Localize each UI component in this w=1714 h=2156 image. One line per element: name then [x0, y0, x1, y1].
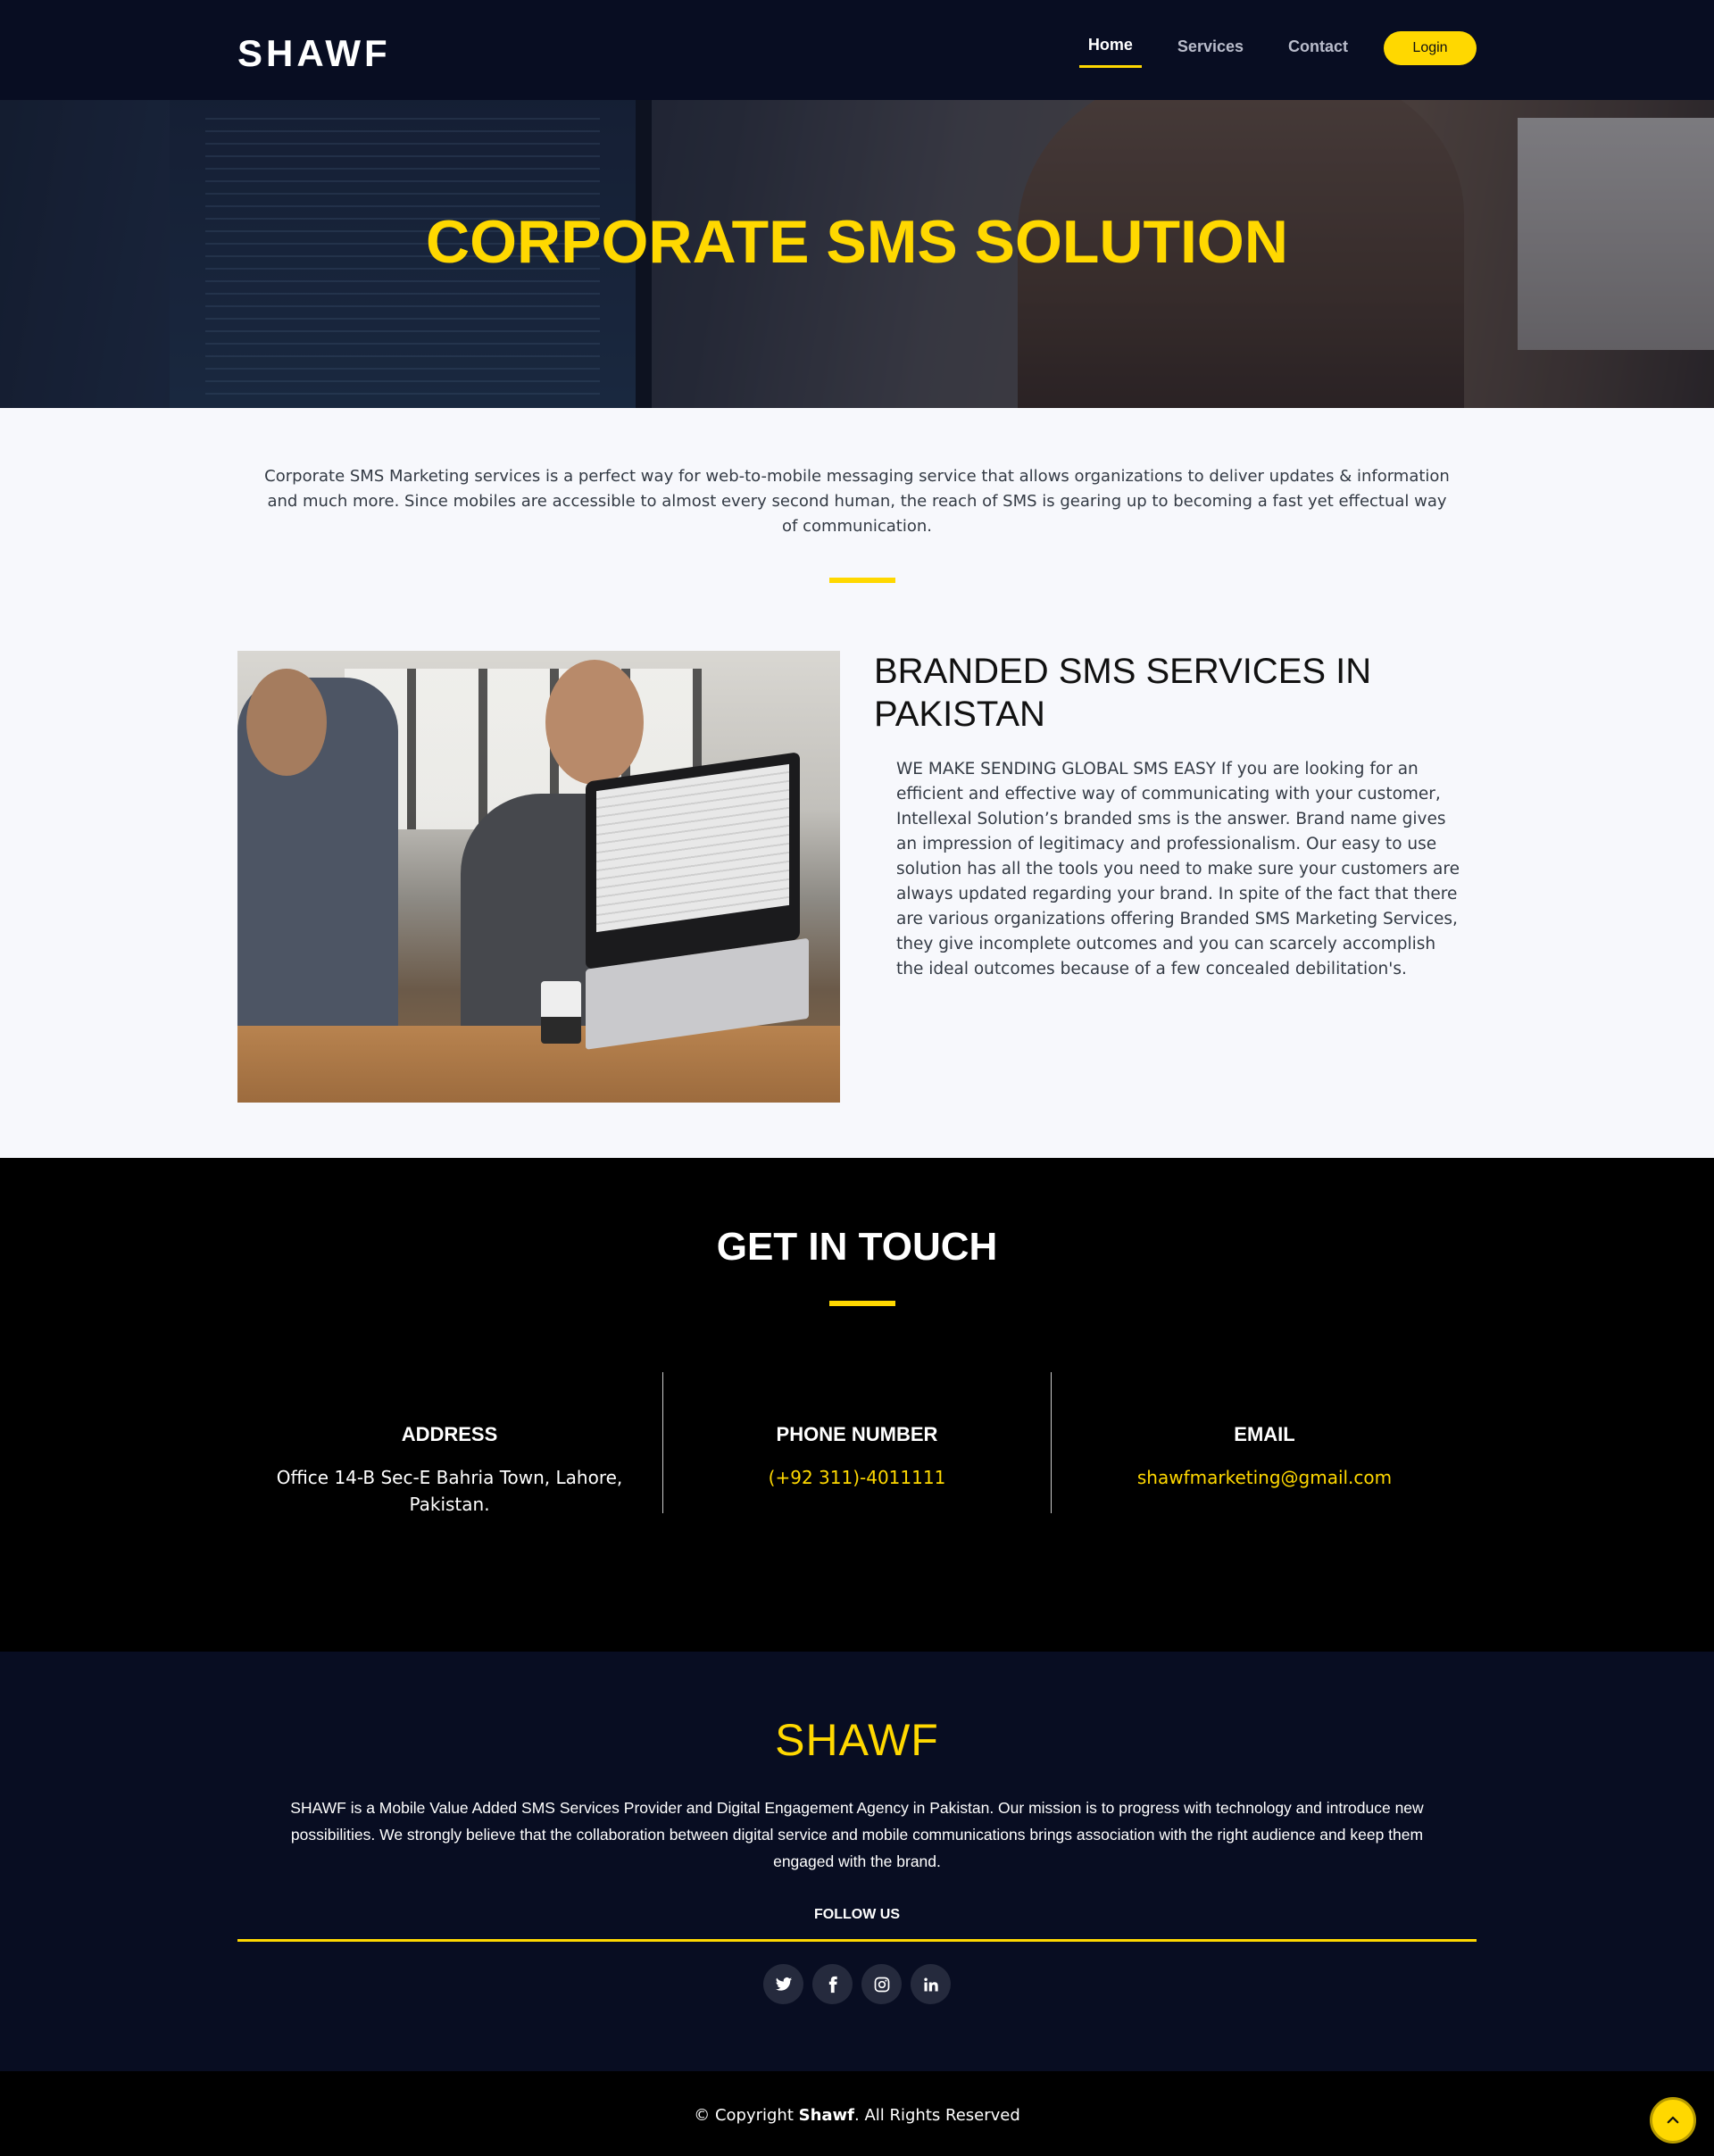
follow-us-label: FOLLOW US	[814, 1907, 900, 1922]
site-footer: SHAWF SHAWF is a Mobile Value Added SMS …	[0, 1652, 1714, 2071]
address-block: ADDRESS Office 14-B Sec-E Bahria Town, L…	[237, 1372, 661, 1518]
chevron-up-icon	[1667, 2116, 1679, 2124]
footer-about-text: SHAWF is a Mobile Value Added SMS Servic…	[290, 1799, 1424, 1870]
email-heading: EMAIL	[1234, 1423, 1295, 1445]
instagram-link[interactable]	[861, 1964, 902, 2004]
nav-contact[interactable]: Contact	[1279, 30, 1357, 67]
hero-banner: CORPORATE SMS SOLUTION	[0, 100, 1714, 408]
contact-divider	[829, 1301, 895, 1306]
address-heading: ADDRESS	[401, 1423, 498, 1445]
nav-services[interactable]: Services	[1169, 30, 1252, 67]
twitter-icon	[775, 1977, 792, 1991]
section-divider	[829, 578, 895, 583]
email-link[interactable]: shawfmarketing@gmail.com	[1053, 1464, 1477, 1491]
twitter-link[interactable]	[763, 1964, 803, 2004]
contact-section: GET IN TOUCH ADDRESS Office 14-B Sec-E B…	[0, 1158, 1714, 1652]
hero-title: CORPORATE SMS SOLUTION	[426, 208, 1288, 276]
intro-text: Corporate SMS Marketing services is a pe…	[264, 467, 1450, 536]
footer-logo: SHAWF	[775, 1715, 939, 1765]
facebook-icon	[828, 1976, 837, 1993]
linkedin-link[interactable]	[911, 1964, 951, 2004]
copyright-suffix: . All Rights Reserved	[854, 2106, 1020, 2125]
branded-title: BRANDED SMS SERVICES IN PAKISTAN	[874, 652, 1372, 734]
phone-heading: PHONE NUMBER	[776, 1423, 938, 1445]
footer-divider	[237, 1939, 1477, 1942]
copyright-bar: © Copyright Shawf. All Rights Reserved	[0, 2071, 1714, 2156]
branded-text: WE MAKE SENDING GLOBAL SMS EASY If you a…	[896, 760, 1460, 978]
facebook-link[interactable]	[812, 1964, 853, 2004]
nav-home[interactable]: Home	[1078, 29, 1142, 68]
phone-block: PHONE NUMBER (+92 311)-4011111	[662, 1372, 1052, 1513]
contact-title: GET IN TOUCH	[716, 1225, 998, 1269]
social-links	[0, 1964, 1714, 2004]
email-block: EMAIL shawfmarketing@gmail.com	[1053, 1372, 1477, 1491]
linkedin-icon	[923, 1977, 938, 1991]
instagram-icon	[874, 1977, 889, 1992]
team-meeting-photo	[237, 651, 840, 1103]
copyright-prefix: © Copyright	[694, 2106, 799, 2125]
address-value: Office 14-B Sec-E Bahria Town, Lahore, P…	[276, 1467, 623, 1515]
main-nav: Home Services Contact Login	[1053, 29, 1477, 68]
login-button[interactable]: Login	[1384, 31, 1477, 65]
site-header: SHAWF Home Services Contact Login	[0, 0, 1714, 100]
site-logo[interactable]: SHAWF	[237, 32, 391, 75]
phone-link[interactable]: (+92 311)-4011111	[663, 1464, 1051, 1491]
copyright-text: © Copyright Shawf. All Rights Reserved	[0, 2106, 1714, 2125]
scroll-to-top-button[interactable]	[1650, 2097, 1696, 2144]
copyright-brand: Shawf	[798, 2106, 855, 2125]
